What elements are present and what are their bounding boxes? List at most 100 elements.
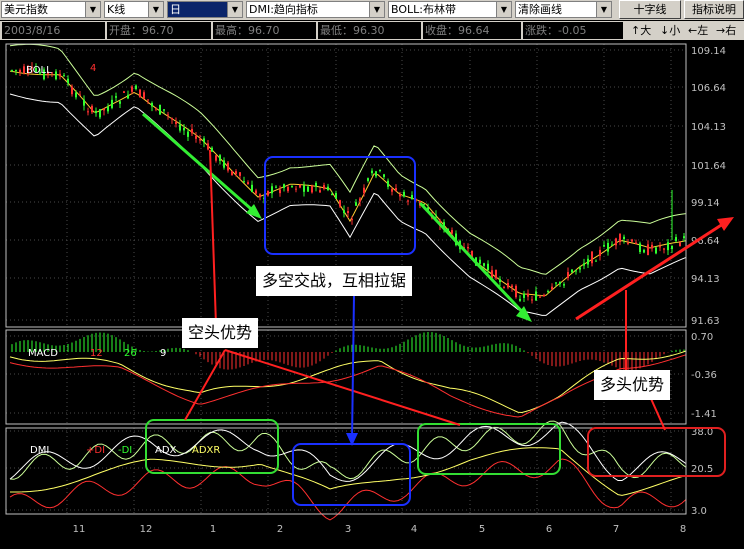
candle-body bbox=[123, 91, 125, 93]
candle-body bbox=[359, 198, 361, 202]
candle-body bbox=[19, 69, 21, 73]
candle-body bbox=[675, 237, 677, 241]
macd-param-2: 26 bbox=[124, 348, 137, 359]
dmi-label: DMI bbox=[30, 445, 49, 456]
candle-body bbox=[87, 111, 89, 113]
candle-body bbox=[683, 236, 685, 239]
candle-body bbox=[159, 104, 161, 115]
candle-body bbox=[303, 185, 305, 192]
dmi-adx-label: ADX bbox=[155, 445, 177, 456]
candle-body bbox=[375, 171, 377, 177]
candle-body bbox=[199, 139, 201, 141]
candle-body bbox=[599, 249, 601, 256]
candle-body bbox=[483, 263, 485, 266]
macd-tick-label: -1.41 bbox=[691, 409, 717, 420]
candle-body bbox=[127, 94, 129, 99]
candle-body bbox=[207, 143, 209, 150]
candle-body bbox=[279, 189, 281, 194]
candle-body bbox=[259, 194, 261, 198]
candle-body bbox=[663, 248, 665, 250]
candle-body bbox=[579, 267, 581, 270]
candle-body bbox=[583, 263, 585, 266]
candle-body bbox=[467, 246, 469, 249]
candle-body bbox=[247, 182, 249, 185]
candle-body bbox=[319, 190, 321, 193]
price-tick-label: 101.64 bbox=[691, 161, 726, 172]
candle-body bbox=[111, 99, 113, 108]
candle-body bbox=[451, 230, 453, 234]
candle-body bbox=[371, 170, 373, 174]
candle-body bbox=[147, 99, 149, 101]
price-tick-label: 106.64 bbox=[691, 83, 726, 94]
candle-body bbox=[235, 171, 237, 174]
candle-body bbox=[487, 263, 489, 271]
arrowhead-icon bbox=[717, 217, 734, 231]
candle-body bbox=[523, 293, 525, 298]
candle-body bbox=[543, 294, 545, 297]
bear-advantage-label: 空头优势 bbox=[182, 318, 259, 348]
candle-body bbox=[539, 296, 541, 298]
candle-body bbox=[335, 193, 337, 199]
candle-body bbox=[619, 234, 621, 243]
dmi-tick-label: 3.0 bbox=[691, 506, 707, 517]
candle-body bbox=[75, 92, 77, 98]
downtrend-arrow-1 bbox=[142, 112, 259, 217]
candle-body bbox=[551, 286, 553, 290]
price-tick-label: 109.14 bbox=[691, 46, 726, 57]
candle-body bbox=[647, 244, 649, 256]
x-axis-month-label: 4 bbox=[411, 524, 417, 535]
price-tick-label: 94.13 bbox=[691, 274, 720, 285]
candle-body bbox=[291, 185, 293, 187]
candle-body bbox=[623, 236, 625, 240]
x-axis-labels: 11 12 1 2 3 4 5 6 7 8 bbox=[73, 524, 687, 535]
candle-body bbox=[103, 108, 105, 111]
candle-body bbox=[351, 219, 353, 221]
candle-body bbox=[91, 105, 93, 113]
candle-body bbox=[271, 186, 273, 194]
candle-body bbox=[343, 210, 345, 214]
candle-body bbox=[67, 78, 69, 84]
candle-body bbox=[219, 155, 221, 161]
x-axis-month-label: 11 bbox=[73, 524, 86, 535]
chart-labels: BOLL 4 MACD 12 26 9 DMI +DI -DI ADX ADXR bbox=[26, 63, 220, 456]
candle-body bbox=[391, 189, 393, 192]
candle-body bbox=[379, 169, 381, 171]
candle-body bbox=[331, 194, 333, 196]
x-axis-month-label: 7 bbox=[613, 524, 619, 535]
candle-body bbox=[363, 187, 365, 194]
candle-body bbox=[255, 190, 257, 194]
candle-body bbox=[595, 260, 597, 262]
x-axis-month-label: 3 bbox=[345, 524, 351, 535]
macd-label: MACD bbox=[28, 348, 58, 359]
candle-body bbox=[79, 94, 81, 96]
dmi-minus-di-label: -DI bbox=[118, 445, 132, 456]
candle-body bbox=[231, 171, 233, 176]
dmi-adx-line bbox=[9, 421, 687, 482]
macd-tick-label: -0.36 bbox=[691, 370, 717, 381]
y-axis-ticks: 109.14106.64104.13101.6499.1496.6494.139… bbox=[691, 46, 726, 517]
candle-body bbox=[479, 259, 481, 264]
candle-body bbox=[567, 272, 569, 278]
candle-body bbox=[615, 238, 617, 246]
candle-body bbox=[499, 279, 501, 283]
candle-body bbox=[275, 186, 277, 188]
candle-body bbox=[671, 246, 673, 250]
candle-body bbox=[395, 188, 397, 191]
candle-body bbox=[495, 269, 497, 279]
candle-body bbox=[187, 131, 189, 137]
candle-body bbox=[515, 285, 517, 298]
candle-body bbox=[559, 281, 561, 284]
candle-body bbox=[223, 160, 225, 168]
candle-body bbox=[587, 258, 589, 265]
candle-body bbox=[99, 109, 101, 118]
candle-body bbox=[535, 291, 537, 301]
candle-body bbox=[59, 73, 61, 77]
candle-body bbox=[239, 172, 241, 176]
candle-body bbox=[211, 147, 213, 152]
candle-body bbox=[267, 190, 269, 196]
candle-body bbox=[311, 185, 313, 193]
candle-body bbox=[503, 286, 505, 288]
candle-body bbox=[655, 247, 657, 254]
candle-body bbox=[167, 114, 169, 116]
boll-number: 4 bbox=[90, 63, 96, 74]
